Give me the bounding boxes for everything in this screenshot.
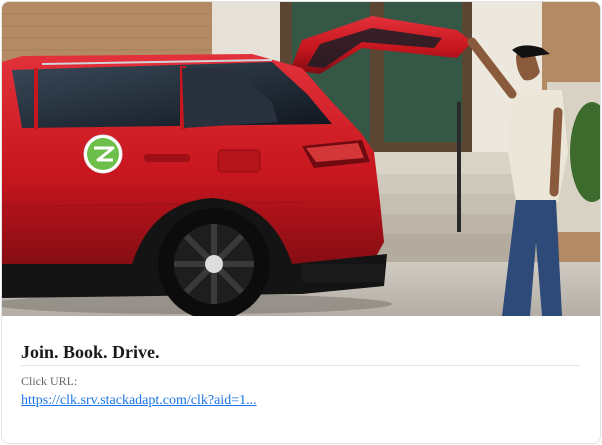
click-url-label: Click URL: — [21, 374, 78, 388]
ad-photo — [2, 2, 600, 316]
ad-card: Join. Book. Drive. Click URL: https://cl… — [1, 1, 601, 444]
divider — [21, 365, 580, 366]
click-url-link[interactable]: https://clk.srv.stackadapt.com/clk?aid=1… — [21, 393, 257, 409]
zipcar-logo-icon — [83, 134, 123, 174]
ad-card-body: Join. Book. Drive. Click URL: https://cl… — [2, 316, 600, 443]
ad-headline: Join. Book. Drive. — [21, 342, 160, 362]
ad-image[interactable] — [2, 2, 600, 316]
